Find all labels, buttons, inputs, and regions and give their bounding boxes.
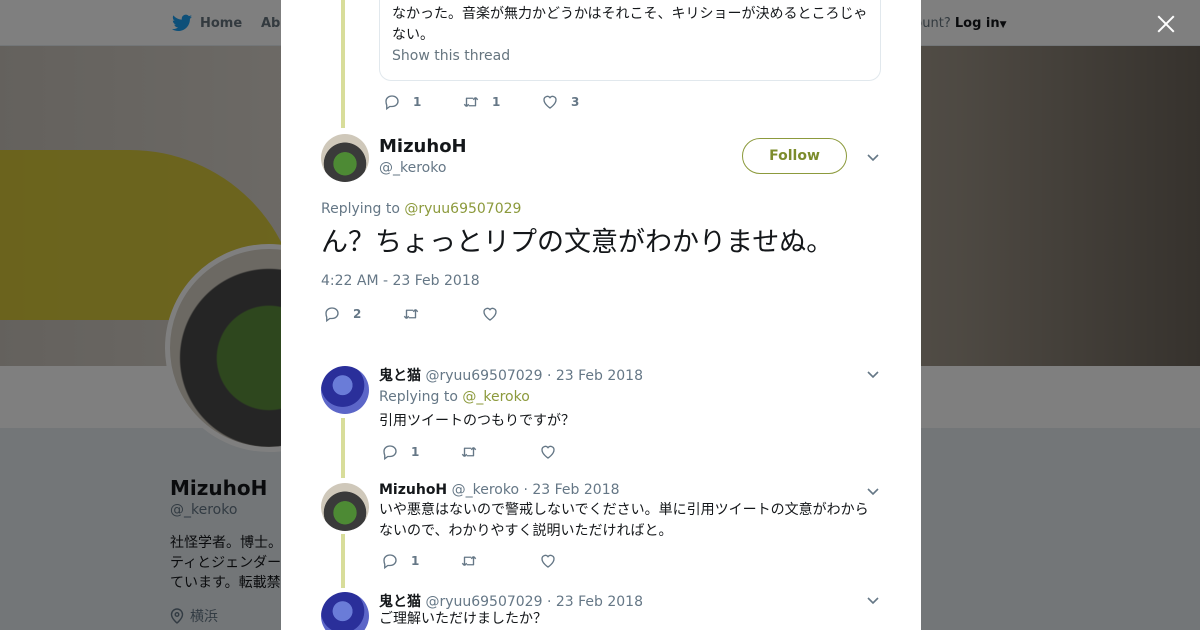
retweet-button[interactable] [402,305,481,323]
avatar[interactable] [321,483,369,531]
tweet-text: ん？ちょっとリプの文意がわかりませぬ。 [321,227,834,258]
like-button[interactable] [539,443,618,461]
avatar[interactable] [321,592,369,630]
chevron-down-icon[interactable] [867,485,879,497]
like-count: 3 [571,95,580,109]
retweet-icon [461,447,477,457]
retweet-count: 1 [492,95,501,109]
quoted-tweet-text: なかった。音楽が無力かどうかはそれこそ、キリショーが決めるところじゃ ない。 [392,4,868,46]
tweet-author-name[interactable]: MizuhoH [379,136,467,157]
reply-text: 引用ツイートのつもりですが？ [379,413,575,429]
reply-date[interactable]: · 23 Feb 2018 [547,368,643,384]
reply-button[interactable]: 1 [381,443,460,461]
reply-button[interactable]: 1 [383,93,462,111]
retweet-button[interactable] [460,552,539,570]
replying-prefix: Replying to [321,201,400,217]
close-icon[interactable] [1154,12,1178,36]
tweet-modal: なかった。音楽が無力かどうかはそれこそ、キリショーが決めるところじゃ ない。 S… [281,0,921,630]
reply-icon [383,445,397,461]
show-thread-link[interactable]: Show this thread [392,48,868,64]
reply-actions: 1 [381,552,618,570]
reply-actions: 1 [381,443,618,461]
reply-button[interactable]: 1 [381,552,460,570]
thread-connector [341,0,345,128]
retweet-icon [403,309,419,319]
like-button[interactable] [539,552,618,570]
replying-to: Replying to @_keroko [379,389,530,405]
reply-header: 鬼と猫 @ryuu69507029 · 23 Feb 2018 [379,365,643,385]
reply-count: 2 [353,307,362,321]
heart-icon [541,554,555,568]
tweet-timestamp[interactable]: 4:22 AM - 23 Feb 2018 [321,273,480,289]
reply-text: いや悪意はないので警戒しないでください。単に引用ツイートの文意がわから ないので… [379,500,869,542]
reply-author-handle[interactable]: @_keroko [452,482,519,498]
quoted-text-line: ない。 [392,27,434,43]
quoted-text-line: なかった。音楽が無力かどうかはそれこそ、キリショーが決めるところじゃ [392,6,868,22]
reply-count: 1 [411,445,420,459]
replying-to-link[interactable]: @ryuu69507029 [404,201,521,217]
replying-to-link[interactable]: @_keroko [462,389,529,405]
avatar[interactable] [321,366,369,414]
chevron-down-icon[interactable] [867,368,879,380]
retweet-button[interactable] [460,443,539,461]
chevron-down-icon[interactable] [867,151,879,163]
avatar[interactable] [321,134,369,182]
reply-icon [325,307,339,323]
tweet-author-handle[interactable]: @_keroko [379,160,446,176]
reply-icon [383,554,397,570]
reply-text: ご理解いただけましたか？ [379,611,547,627]
follow-button[interactable]: Follow [742,138,847,174]
quoted-tweet-card[interactable]: なかった。音楽が無力かどうかはそれこそ、キリショーが決めるところじゃ ない。 S… [379,0,881,81]
heart-icon [483,307,497,321]
heart-icon [541,445,555,459]
replying-to: Replying to @ryuu69507029 [321,201,521,217]
reply-author-handle[interactable]: @ryuu69507029 [425,594,542,610]
reply-date[interactable]: · 23 Feb 2018 [523,482,619,498]
reply-button[interactable]: 2 [323,305,402,323]
heart-icon [543,95,557,109]
replying-prefix: Replying to [379,389,458,405]
like-button[interactable]: 3 [541,93,620,111]
reply-text-line: ないので、わかりやすく説明いただければと。 [379,523,673,539]
reply-author-name[interactable]: MizuhoH [379,482,447,498]
reply-author-handle[interactable]: @ryuu69507029 [425,368,542,384]
retweet-icon [463,97,479,107]
retweet-icon [461,556,477,566]
reply-date[interactable]: · 23 Feb 2018 [547,594,643,610]
retweet-button[interactable]: 1 [462,93,541,111]
reply-author-name[interactable]: 鬼と猫 [379,368,421,384]
tweet-actions: 2 [323,305,560,323]
thread-connector [341,534,345,588]
tweet-actions: 1 1 3 [383,93,620,111]
reply-header: 鬼と猫 @ryuu69507029 · 23 Feb 2018 [379,591,643,611]
thread-connector [341,418,345,478]
reply-count: 1 [413,95,422,109]
reply-header: MizuhoH @_keroko · 23 Feb 2018 [379,482,620,498]
like-button[interactable] [481,305,560,323]
reply-count: 1 [411,554,420,568]
reply-author-name[interactable]: 鬼と猫 [379,594,421,610]
reply-text-line: いや悪意はないので警戒しないでください。単に引用ツイートの文意がわから [379,502,869,518]
chevron-down-icon[interactable] [867,594,879,606]
reply-icon [385,95,399,111]
